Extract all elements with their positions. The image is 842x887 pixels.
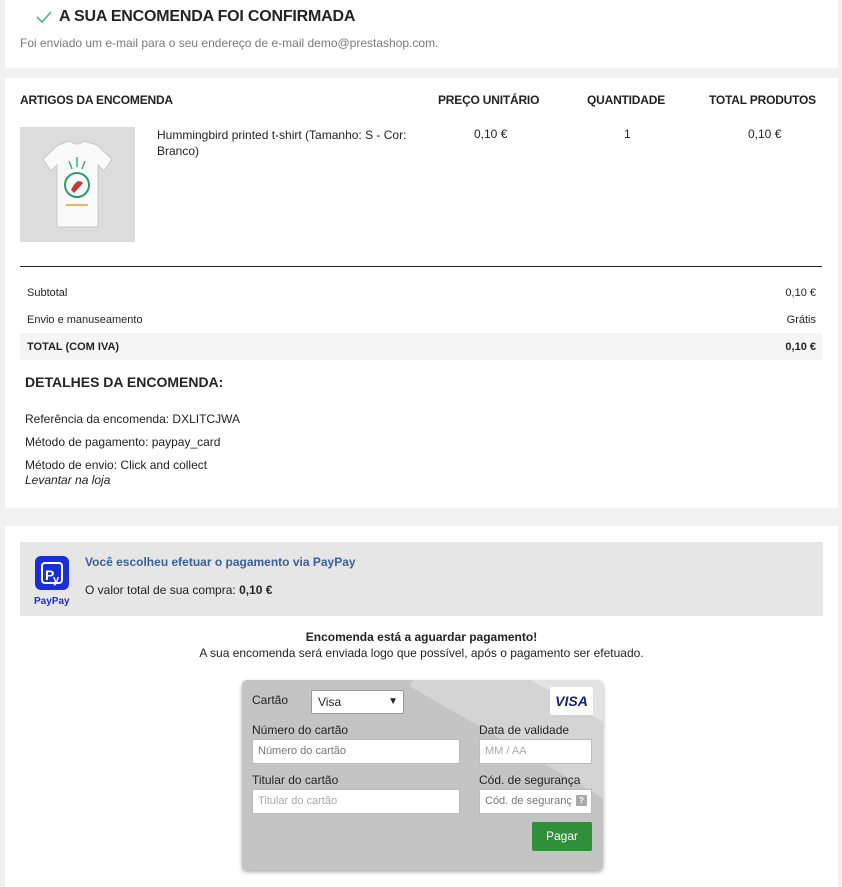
paypay-logo-icon: P y	[35, 556, 69, 590]
card-number-label: Número do cartão	[252, 723, 349, 737]
check-icon	[36, 11, 52, 24]
expiry-label: Data de validade	[479, 723, 570, 737]
cvv-input[interactable]: Cód. de seguranç ?	[479, 789, 592, 814]
confirmation-subtitle: Foi enviado um e-mail para o seu endereç…	[20, 36, 439, 50]
cvv-label: Cód. de segurança	[479, 773, 581, 787]
confirmation-title: A SUA ENCOMENDA FOI CONFIRMADA	[59, 8, 356, 25]
total-label: TOTAL (COM IVA)	[27, 341, 120, 353]
expiry-input[interactable]: MM / AA	[479, 739, 592, 764]
card-holder-input[interactable]: Titular do cartão	[252, 789, 460, 814]
shipping-note: Levantar na loja	[25, 473, 111, 487]
shipping-row: Envio e manuseamento Grátis	[20, 306, 822, 333]
divider	[20, 266, 822, 267]
cvv-placeholder: Cód. de seguranç	[485, 795, 572, 807]
details-title: DETALHES DA ENCOMENDA:	[25, 374, 224, 390]
card-holder-label: Titular do cartão	[252, 773, 339, 787]
awaiting-title: Encomenda está a aguardar pagamento!	[305, 630, 538, 644]
card-type-select[interactable]: Visa ▼	[311, 690, 404, 714]
subtotal-value: 0,10 €	[785, 287, 816, 299]
confirmation-card: A SUA ENCOMENDA FOI CONFIRMADA Foi envia…	[5, 0, 838, 68]
unit-price: 0,10 €	[474, 127, 508, 141]
paypay-logo-text: PayPay	[34, 596, 70, 607]
quantity: 1	[624, 127, 631, 141]
shipping-label: Envio e manuseamento	[27, 314, 143, 326]
pay-button[interactable]: Pagar	[532, 822, 592, 851]
card-type-label: Cartão	[252, 693, 289, 707]
paypay-total-value: 0,10 €	[239, 583, 273, 597]
product-name[interactable]: Hummingbird printed t-shirt (Tamanho: S …	[157, 127, 415, 159]
paypay-total-label: O valor total de sua compra:	[85, 583, 236, 597]
paypay-info-box: P y PayPay Você escolheu efetuar o pagam…	[20, 542, 823, 616]
shipping-value: Grátis	[786, 314, 816, 326]
chevron-down-icon: ▼	[388, 696, 398, 707]
subtotal-label: Subtotal	[27, 287, 68, 299]
header-total: TOTAL PRODUTOS	[709, 93, 816, 107]
product-total: 0,10 €	[748, 127, 782, 141]
shipping-method: Método de envio: Click and collect	[25, 458, 208, 472]
paypay-title: Você escolheu efetuar o pagamento via Pa…	[85, 555, 356, 569]
credit-card-form: Cartão Visa ▼ VISA Número do cartão Núme…	[242, 680, 603, 870]
paypay-total: O valor total de sua compra: 0,10 €	[85, 583, 272, 597]
header-items: ARTIGOS DA ENCOMENDA	[20, 93, 173, 107]
total-value: 0,10 €	[785, 341, 816, 353]
tshirt-image[interactable]	[20, 127, 135, 242]
total-row: TOTAL (COM IVA) 0,10 €	[20, 333, 822, 360]
header-quantity: QUANTIDADE	[587, 93, 665, 107]
subtotal-row: Subtotal 0,10 €	[20, 279, 822, 306]
card-type-value: Visa	[318, 695, 342, 709]
card-number-input[interactable]: Número do cartão	[252, 739, 460, 764]
order-reference: Referência da encomenda: DXLITCJWA	[25, 412, 240, 426]
visa-icon: VISA	[550, 687, 593, 715]
payment-method: Método de pagamento: paypay_card	[25, 435, 221, 449]
header-unit-price: PREÇO UNITÁRIO	[438, 93, 540, 107]
order-details-card: ARTIGOS DA ENCOMENDA PREÇO UNITÁRIO QUAN…	[5, 78, 838, 508]
svg-text:y: y	[53, 574, 60, 586]
help-icon[interactable]: ?	[576, 795, 587, 806]
payment-card: P y PayPay Você escolheu efetuar o pagam…	[5, 526, 838, 887]
awaiting-text: A sua encomenda será enviada logo que po…	[199, 646, 644, 660]
